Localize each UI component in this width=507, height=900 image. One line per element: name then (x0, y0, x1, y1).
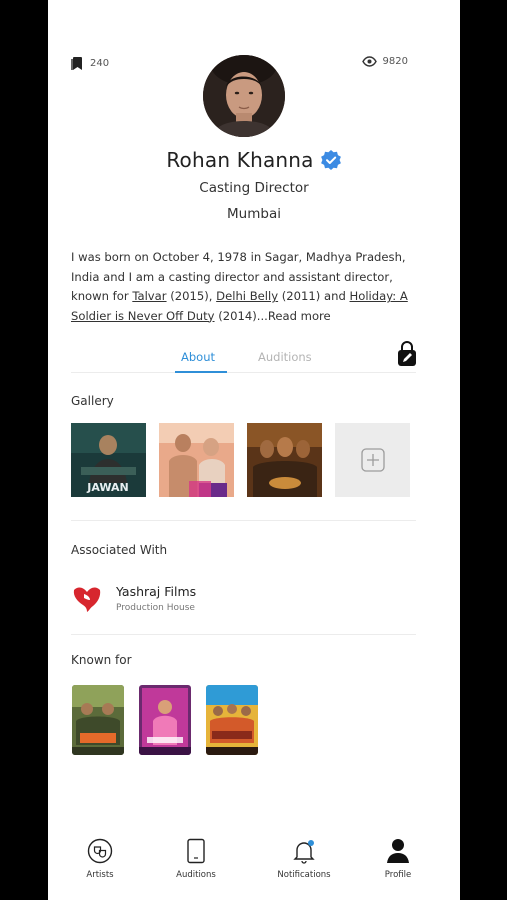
auditions-icon (187, 838, 205, 864)
profile-role: Casting Director (199, 180, 309, 196)
bell-icon (293, 840, 315, 864)
link-talvar[interactable]: Talvar (132, 289, 166, 303)
gallery-item-period[interactable] (247, 423, 322, 497)
yashraj-logo (71, 582, 103, 614)
known-for-poster[interactable] (206, 685, 258, 755)
bottom-nav: Artists Auditions Notifications Profile (48, 830, 460, 900)
known-for-poster[interactable] (72, 685, 124, 755)
edit-profile-button[interactable] (397, 341, 417, 367)
read-more-link[interactable]: Read more (268, 309, 331, 323)
nav-artists[interactable]: Artists (60, 838, 140, 880)
bio-segment: (2011) and (278, 289, 350, 303)
link-delhi-belly[interactable]: Delhi Belly (216, 289, 278, 303)
artists-icon (87, 838, 113, 864)
known-for-title: Known for (71, 653, 132, 667)
bookmark-stat[interactable]: 240 (71, 56, 109, 71)
edit-icon (398, 341, 416, 366)
nav-auditions[interactable]: Auditions (156, 838, 236, 880)
profile-screen: 240 9820 Rohan Khanna Casting Director M… (48, 0, 460, 900)
eye-icon (361, 56, 377, 67)
views-count: 9820 (382, 56, 408, 67)
plus-icon (360, 448, 385, 472)
views-stat: 9820 (361, 56, 408, 67)
active-tab-indicator (175, 371, 227, 373)
divider (71, 634, 416, 635)
bookmark-count: 240 (90, 58, 110, 69)
nav-notifications[interactable]: Notifications (264, 838, 344, 880)
profile-name: Rohan Khanna (166, 148, 314, 172)
tab-auditions[interactable]: Auditions (258, 350, 312, 364)
nav-artists-label: Artists (86, 870, 114, 880)
nav-notifications-label: Notifications (277, 870, 331, 880)
gallery-title: Gallery (71, 394, 114, 408)
profile-city: Mumbai (227, 206, 281, 222)
nav-auditions-label: Auditions (176, 870, 216, 880)
bookmark-icon (71, 57, 82, 70)
tab-about[interactable]: About (181, 350, 215, 364)
nav-profile-label: Profile (384, 870, 412, 880)
divider (71, 520, 416, 521)
associated-title: Associated With (71, 543, 168, 557)
name-row: Rohan Khanna (48, 148, 460, 172)
avatar (203, 55, 285, 137)
nav-profile[interactable]: Profile (358, 838, 438, 880)
associated-company-name[interactable]: Yashraj Films (116, 584, 196, 599)
bio-segment: (2015), (166, 289, 217, 303)
add-photo-button[interactable] (335, 423, 410, 497)
gallery-item-jawan[interactable]: JAWAN (71, 423, 146, 497)
known-for-poster[interactable] (139, 685, 191, 755)
verified-icon (320, 149, 342, 171)
gallery-item-dance[interactable] (159, 423, 234, 497)
profile-icon (387, 839, 409, 863)
known-for-list (72, 685, 273, 755)
bio-text: I was born on October 4, 1978 in Sagar, … (71, 248, 416, 326)
gallery-grid: JAWAN (71, 423, 410, 497)
associated-company-type: Production House (116, 603, 195, 613)
profile-tabs: About Auditions (71, 340, 416, 373)
bio-segment: (2014)... (214, 308, 268, 323)
svg-text:JAWAN: JAWAN (86, 481, 128, 494)
